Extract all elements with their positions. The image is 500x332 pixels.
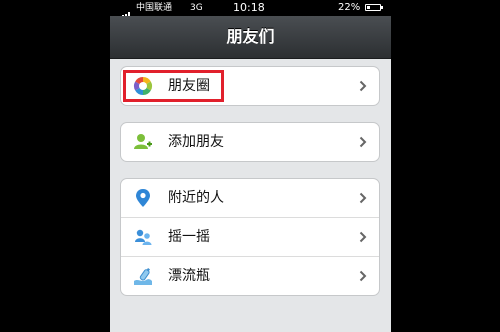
add-friend-icon — [134, 134, 152, 149]
network-type: 3G — [190, 3, 203, 13]
battery-percentage: 22% — [338, 2, 361, 13]
list-item-label: 漂流瓶 — [168, 268, 210, 284]
chevron-right-icon — [359, 231, 367, 243]
chevron-right-icon — [359, 270, 367, 282]
list-item-shake[interactable]: 摇一摇 — [121, 217, 379, 256]
chevron-right-icon — [359, 192, 367, 204]
list-item-label: 添加朋友 — [168, 134, 224, 150]
carrier-name: 中国联通 — [136, 3, 173, 13]
list-item-label: 摇一摇 — [168, 229, 210, 245]
signal-icon — [116, 4, 131, 20]
phone-screen: 中国联通 3G 10:18 22% 朋友们 朋友圈 添加朋友 附近的人 摇一摇 … — [110, 0, 391, 332]
battery-icon — [365, 4, 383, 11]
add-friend-group: 添加朋友 — [120, 122, 380, 162]
list-item-people-nearby[interactable]: 附近的人 — [121, 179, 379, 217]
list-item-drift-bottle[interactable]: 漂流瓶 — [121, 256, 379, 295]
location-pin-icon — [136, 189, 150, 207]
drift-bottle-icon — [134, 268, 152, 285]
status-bar: 中国联通 3G 10:18 22% — [110, 0, 391, 20]
chevron-right-icon — [359, 136, 367, 148]
status-time: 10:18 — [233, 1, 265, 14]
shake-icon — [135, 229, 152, 245]
discover-group: 附近的人 摇一摇 漂流瓶 — [120, 178, 380, 296]
chevron-right-icon — [359, 80, 367, 92]
list-item-add-friend[interactable]: 添加朋友 — [121, 123, 379, 161]
page-title: 朋友们 — [226, 27, 275, 46]
navigation-bar: 朋友们 — [110, 16, 391, 59]
highlight-box — [123, 70, 224, 102]
list-item-label: 附近的人 — [168, 190, 224, 206]
